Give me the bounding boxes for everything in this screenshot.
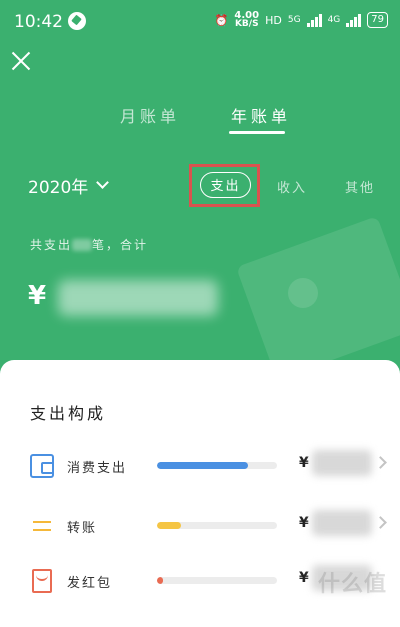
- bill-tabs: 月账单 年账单: [0, 103, 400, 134]
- decorative-receipt-illustration: [236, 215, 400, 381]
- progress-fill: [157, 462, 249, 469]
- active-tab-indicator: [229, 131, 285, 134]
- close-icon[interactable]: [10, 50, 32, 72]
- year-dropdown[interactable]: 2020年: [28, 173, 110, 198]
- progress-track: [157, 522, 277, 529]
- row-label: 发红包: [67, 576, 113, 591]
- progress-track: [157, 462, 277, 469]
- net1-label: 5G: [287, 15, 301, 25]
- row-currency: ¥: [299, 455, 309, 471]
- signal-icon: [306, 13, 322, 27]
- filter-other-button[interactable]: 其他: [345, 177, 375, 196]
- year-value: 2020年: [28, 178, 89, 198]
- summary-suffix: 笔，合计: [92, 238, 149, 252]
- filter-expense-button[interactable]: 支出: [200, 172, 251, 198]
- battery-icon: 79: [367, 12, 388, 28]
- hd-label: HD: [265, 13, 282, 27]
- redacted-count: [72, 238, 93, 251]
- red-packet-icon: [32, 569, 52, 593]
- tab-monthly-bill[interactable]: 月账单: [120, 103, 180, 127]
- breakdown-title: 支出构成: [30, 404, 107, 423]
- signal-icon-2: [346, 13, 362, 27]
- alarm-icon: ⏰: [214, 13, 229, 27]
- notification-app-icon: [68, 12, 86, 30]
- chevron-right-icon: [374, 456, 387, 469]
- expense-summary: 共支出 笔，合计: [30, 236, 148, 253]
- summary-prefix: 共支出: [30, 238, 73, 252]
- row-label: 消费支出: [67, 461, 128, 476]
- redacted-total-amount: [58, 280, 218, 316]
- redacted-amount: [312, 510, 372, 536]
- breakdown-row-consumption[interactable]: 消费支出 ¥: [0, 448, 400, 488]
- tab-yearly-bill[interactable]: 年账单: [231, 103, 291, 127]
- row-currency: ¥: [299, 570, 309, 586]
- status-time: 10:42: [14, 12, 63, 32]
- row-currency: ¥: [299, 515, 309, 531]
- progress-fill: [157, 522, 181, 529]
- transfer-icon: [30, 514, 54, 538]
- row-label: 转账: [67, 521, 98, 536]
- network-speed-unit: KB/S: [234, 19, 259, 29]
- breakdown-row-transfer[interactable]: 转账 ¥: [0, 508, 400, 548]
- net2-label: 4G: [327, 15, 341, 25]
- chevron-down-icon: [96, 176, 110, 189]
- chevron-right-icon: [374, 516, 387, 529]
- status-right: ⏰ 4.00 KB/S HD 5G 4G 79: [215, 11, 388, 29]
- progress-track: [157, 577, 277, 584]
- status-bar: 10:42 ⏰ 4.00 KB/S HD 5G 4G 79: [0, 0, 400, 44]
- watermark: 什么值: [318, 572, 388, 597]
- decorative-circle: [288, 278, 318, 308]
- wallet-icon: [30, 454, 54, 478]
- progress-fill: [157, 577, 163, 584]
- filter-income-button[interactable]: 收入: [277, 177, 307, 196]
- redacted-amount: [312, 450, 372, 476]
- network-speed: 4.00 KB/S: [234, 11, 259, 29]
- total-currency-symbol: ¥: [28, 281, 47, 311]
